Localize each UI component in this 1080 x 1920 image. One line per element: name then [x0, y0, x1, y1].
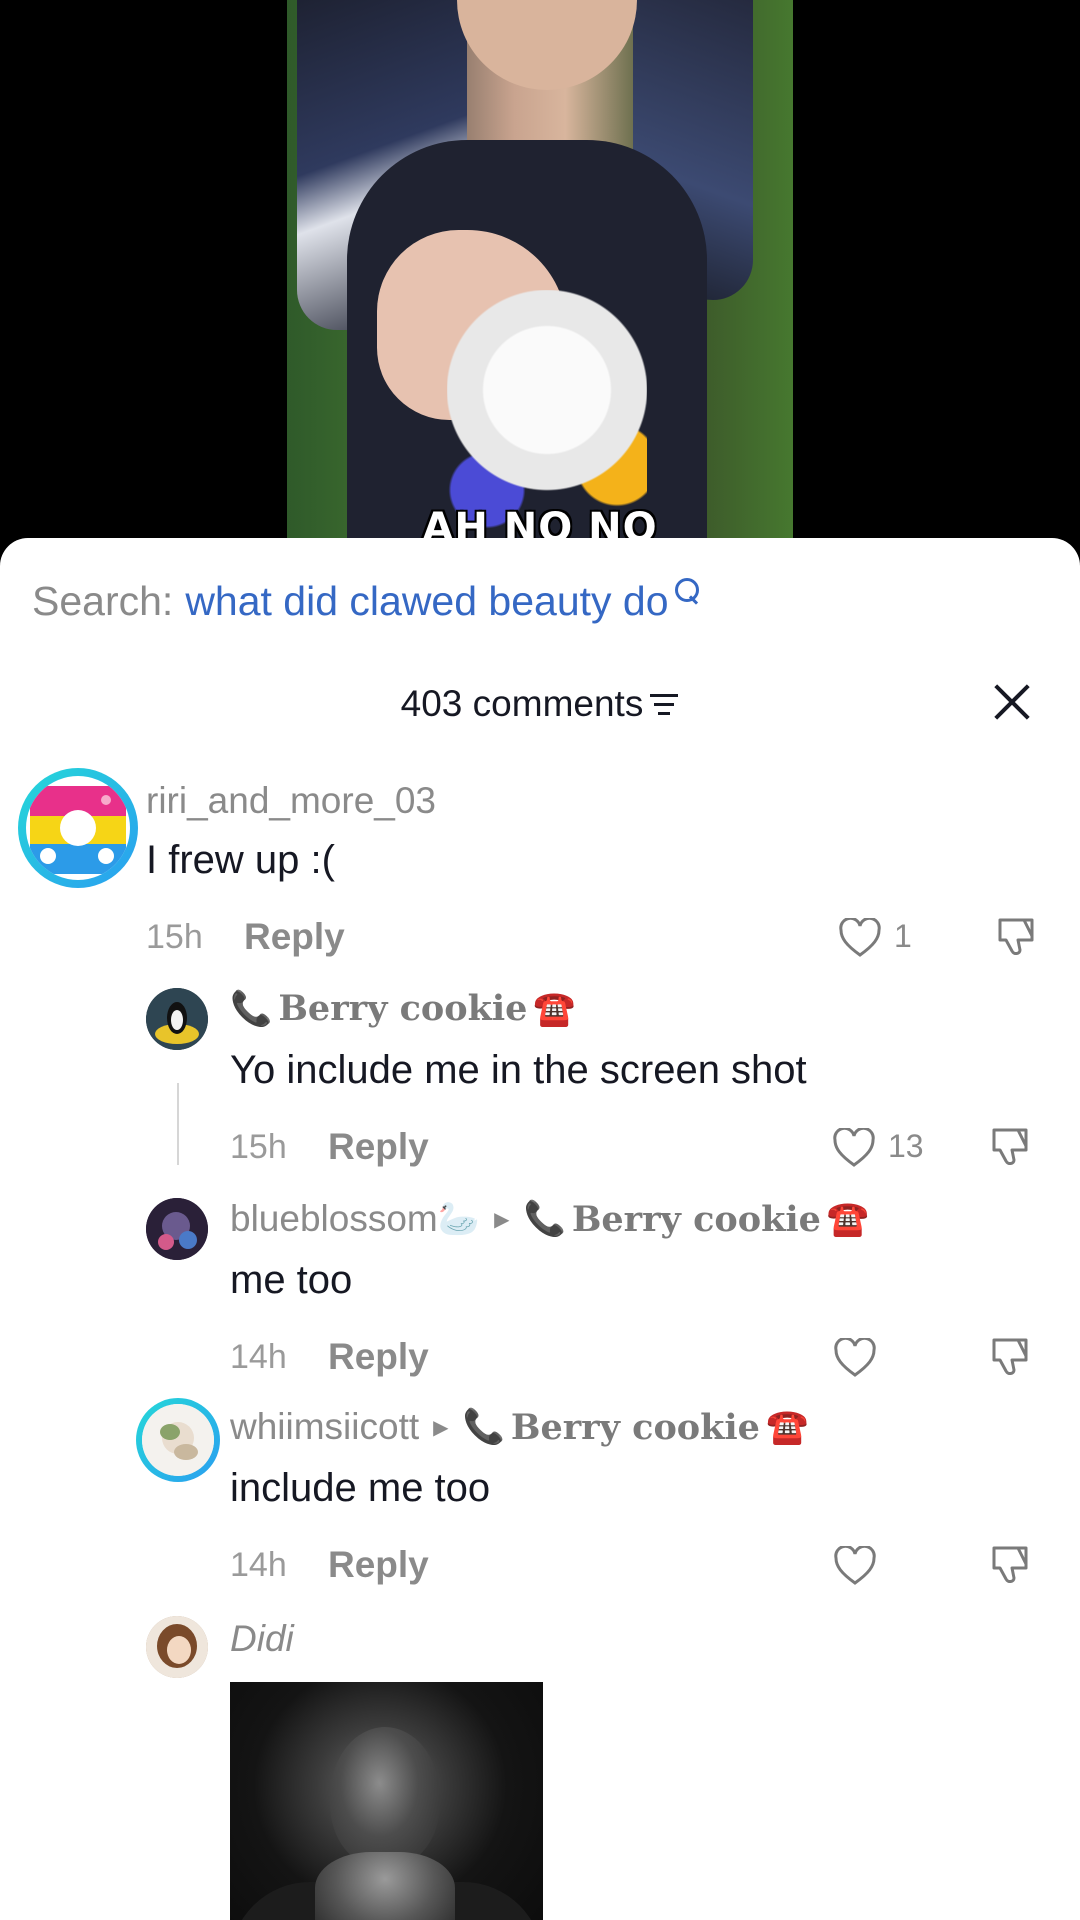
- avatar-image: [142, 1404, 214, 1476]
- heart-icon[interactable]: [832, 1128, 876, 1168]
- search-query-link[interactable]: what did clawed beauty do: [185, 578, 668, 625]
- phone-emoji: 📞: [230, 989, 273, 1028]
- comments-count: 403 comments: [400, 683, 644, 724]
- video-figure: [457, 0, 637, 90]
- comment-text: me too: [230, 1258, 353, 1302]
- reply-arrow-icon: ▶: [433, 1416, 449, 1439]
- swan-emoji: 🦢: [437, 1200, 481, 1238]
- search-icon[interactable]: [673, 576, 703, 606]
- avatar[interactable]: [142, 1404, 214, 1476]
- avatar[interactable]: [146, 988, 208, 1050]
- comment-username[interactable]: blueblossom 🦢 ▶ 📞 Berry cookie ☎️: [230, 1198, 875, 1240]
- telephone-emoji: ☎️: [826, 1200, 870, 1238]
- reply-button[interactable]: Reply: [328, 1336, 429, 1378]
- username-text: blueblossom: [230, 1198, 438, 1239]
- comment-time: 15h: [146, 918, 203, 956]
- avatar-image: [146, 1198, 208, 1260]
- telephone-emoji: ☎️: [765, 1408, 809, 1446]
- thumbs-down-icon[interactable]: [988, 1542, 1032, 1586]
- heart-icon[interactable]: [833, 1546, 877, 1586]
- search-prefix: Search:: [32, 578, 174, 624]
- thread-line: [177, 1083, 179, 1165]
- comment-username[interactable]: 📞 Berry cookie ☎️: [230, 988, 582, 1029]
- sort-icon[interactable]: [649, 692, 679, 716]
- heart-icon[interactable]: [838, 918, 882, 958]
- phone-emoji: 📞: [462, 1408, 505, 1446]
- thumbs-down-icon[interactable]: [988, 1334, 1032, 1378]
- telephone-emoji: ☎️: [533, 989, 576, 1028]
- video-player[interactable]: AH NO NO: [0, 0, 1080, 560]
- avatar-image: [28, 778, 128, 878]
- like-count: 13: [888, 1128, 924, 1164]
- phone-emoji: 📞: [523, 1200, 566, 1238]
- username-text: Berry cookie: [278, 988, 528, 1029]
- photo-figure: [315, 1852, 455, 1920]
- close-icon[interactable]: [990, 679, 1034, 723]
- comments-sheet: Search: what did clawed beauty do 403 co…: [0, 538, 1080, 1920]
- search-suggestion[interactable]: Search: what did clawed beauty do: [32, 578, 703, 625]
- comments-header: 403 comments: [0, 673, 1080, 743]
- comment-time: 14h: [230, 1546, 287, 1584]
- comment-text: Yo include me in the screen shot: [230, 1048, 807, 1092]
- thumbs-down-icon[interactable]: [994, 914, 1038, 958]
- video-figure: [447, 290, 647, 540]
- avatar-image: [146, 1616, 208, 1678]
- avatar[interactable]: [146, 1198, 208, 1260]
- reply-button[interactable]: Reply: [328, 1544, 429, 1586]
- heart-icon[interactable]: [833, 1338, 877, 1378]
- avatar[interactable]: [26, 776, 130, 880]
- comment-username[interactable]: Didi: [230, 1618, 294, 1660]
- avatar-image: [146, 988, 208, 1050]
- reply-button[interactable]: Reply: [244, 916, 345, 958]
- comment-username[interactable]: riri_and_more_03: [146, 780, 436, 822]
- thumbs-down-icon[interactable]: [988, 1124, 1032, 1168]
- comment-time: 14h: [230, 1338, 287, 1376]
- comment-username[interactable]: whiimsiicott ▶ 📞 Berry cookie ☎️: [230, 1406, 814, 1448]
- video-frame[interactable]: AH NO NO: [287, 0, 793, 560]
- comment-time: 15h: [230, 1128, 287, 1166]
- reply-arrow-icon: ▶: [494, 1208, 510, 1231]
- avatar[interactable]: [146, 1616, 208, 1678]
- comments-count-row[interactable]: 403 comments: [0, 683, 1080, 725]
- reply-button[interactable]: Reply: [328, 1126, 429, 1168]
- photo-figure: [330, 1727, 440, 1867]
- comment-text: include me too: [230, 1466, 491, 1510]
- reply-to-username: Berry cookie: [571, 1198, 821, 1240]
- username-text: whiimsiicott: [230, 1406, 420, 1447]
- like-count: 1: [894, 918, 912, 954]
- comment-text: I frew up :(: [146, 838, 335, 882]
- reply-to-username: Berry cookie: [510, 1406, 760, 1448]
- comment-image[interactable]: [230, 1682, 543, 1920]
